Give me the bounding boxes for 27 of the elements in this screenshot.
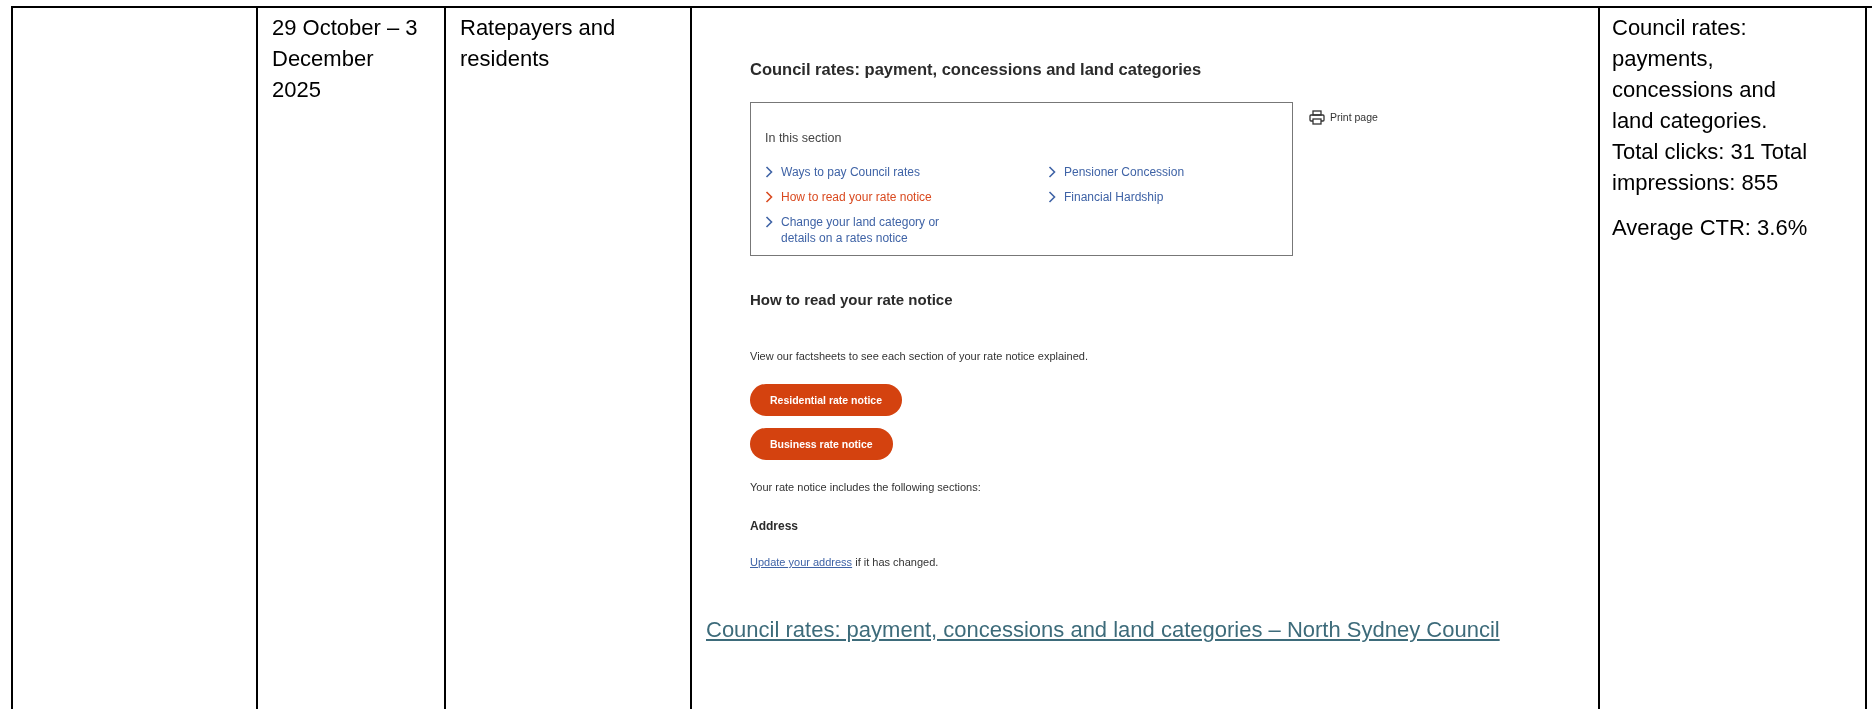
address-heading: Address bbox=[750, 518, 800, 535]
section-heading: In this section bbox=[765, 130, 843, 147]
chevron-icon bbox=[1048, 191, 1056, 203]
printer-icon bbox=[1309, 110, 1325, 125]
section-link[interactable]: Financial Hardship bbox=[1048, 189, 1248, 205]
address-sentence: Update your address if it has changed. bbox=[750, 555, 940, 570]
stats-text: Council rates: payments, concessions and land categories. Total clicks: 31 Total impressions: 855 bbox=[1612, 14, 1809, 197]
section-title: How to read your rate notice bbox=[750, 290, 954, 310]
chevron-icon bbox=[1048, 166, 1056, 178]
section-link[interactable]: Ways to pay Council rates bbox=[765, 164, 965, 180]
section-link[interactable]: Pensioner Concession bbox=[1048, 164, 1248, 180]
update-address-link[interactable]: Update your address bbox=[750, 556, 853, 568]
audience-text: Ratepayers and residents bbox=[460, 15, 616, 71]
date-range: 29 October – 3 December 2025 bbox=[272, 14, 419, 104]
page-link[interactable]: Council rates: payment, concessions and land categories – North Sydney Council bbox=[706, 614, 1506, 645]
print-page-link[interactable]: Print page bbox=[1309, 102, 1378, 133]
rate-notice-button[interactable]: Residential rate notice bbox=[750, 384, 903, 416]
chevron-icon bbox=[765, 166, 773, 178]
rate-notice-button[interactable]: Business rate notice bbox=[750, 428, 893, 460]
section-link[interactable]: Change your land category or details on a rates notice bbox=[765, 214, 965, 246]
section-link[interactable]: How to read your rate notice bbox=[765, 189, 965, 205]
chevron-icon bbox=[765, 191, 773, 203]
chevron-icon bbox=[765, 216, 773, 228]
page-title: Council rates: payment, concessions and land categories bbox=[750, 59, 1203, 80]
body-text: Your rate notice includes the following sections: bbox=[750, 480, 982, 495]
intro-text: View our factsheets to see each section of your rate notice explained. bbox=[750, 349, 1089, 364]
stats-text: Average CTR: 3.6% bbox=[1612, 214, 1809, 242]
